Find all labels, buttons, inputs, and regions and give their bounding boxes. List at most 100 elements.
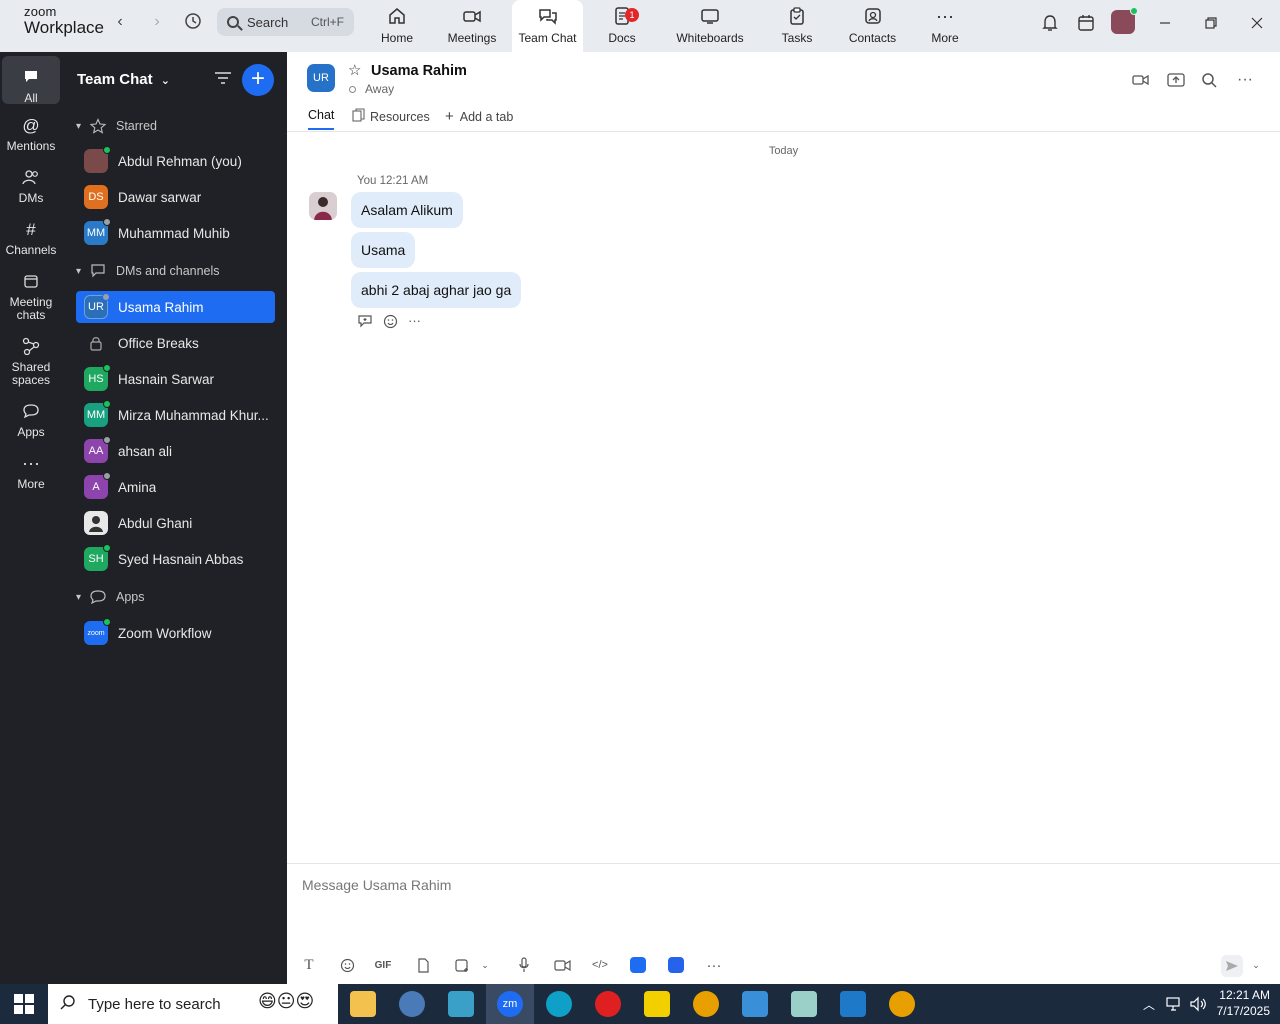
- star-icon[interactable]: ☆: [348, 61, 361, 79]
- app-integration-icon[interactable]: [628, 955, 648, 975]
- tab-meetings[interactable]: Meetings: [442, 0, 502, 52]
- reply-icon[interactable]: [357, 314, 373, 332]
- rail-item-apps[interactable]: Apps: [2, 400, 60, 439]
- profile-avatar[interactable]: [1111, 7, 1138, 34]
- message-bubble[interactable]: Usama: [351, 232, 416, 268]
- message-bubble[interactable]: Asalam Alikum: [351, 192, 463, 228]
- network-icon[interactable]: [1166, 996, 1184, 1012]
- rail-item-shared-spaces[interactable]: Shared spaces: [2, 335, 60, 387]
- tab-resources[interactable]: Resources: [352, 108, 430, 125]
- rail-item-dms[interactable]: DMs: [2, 166, 60, 205]
- tab-docs[interactable]: 1 Docs: [597, 0, 647, 52]
- restore-icon[interactable]: [1200, 12, 1222, 34]
- video-message-icon[interactable]: [552, 955, 572, 975]
- list-item[interactable]: SH Syed Hasnain Abbas: [76, 543, 275, 575]
- emoji-reaction-icon[interactable]: [383, 314, 398, 332]
- minimize-icon[interactable]: [1154, 12, 1176, 34]
- format-text-icon[interactable]: T: [299, 955, 319, 975]
- chrome-browser-icon[interactable]: [693, 991, 719, 1017]
- list-item[interactable]: MM Mirza Muhammad Khur...: [76, 399, 275, 431]
- tab-team-chat[interactable]: Team Chat: [512, 0, 583, 52]
- tab-tasks[interactable]: Tasks: [772, 0, 822, 52]
- search-bar[interactable]: Search Ctrl+F: [217, 8, 354, 36]
- message-text: Asalam Alikum: [361, 202, 453, 218]
- chrome-browser-icon[interactable]: [889, 991, 915, 1017]
- rail-item-mentions[interactable]: @ Mentions: [2, 114, 60, 153]
- list-item[interactable]: MM Muhammad Muhib: [76, 217, 275, 249]
- home-icon: [386, 6, 408, 26]
- close-icon[interactable]: [1246, 12, 1268, 34]
- file-explorer-icon[interactable]: [350, 991, 376, 1017]
- share-screen-icon[interactable]: [1166, 70, 1186, 90]
- history-icon[interactable]: [183, 12, 203, 32]
- opera-browser-icon[interactable]: [595, 991, 621, 1017]
- list-item[interactable]: Abdul Rehman (you): [76, 145, 275, 177]
- file-icon[interactable]: [413, 955, 433, 975]
- message-bubble[interactable]: abhi 2 abaj aghar jao ga: [351, 272, 522, 308]
- list-item[interactable]: A Amina: [76, 471, 275, 503]
- section-starred[interactable]: ▾ Starred: [76, 116, 157, 136]
- sticky-notes-icon[interactable]: [644, 991, 670, 1017]
- app-icon[interactable]: [448, 991, 474, 1017]
- rail-item-more[interactable]: ··· More: [2, 452, 60, 491]
- chevron-down-icon[interactable]: ⌄: [1246, 955, 1266, 975]
- rail-item-channels[interactable]: # Channels: [2, 218, 60, 257]
- app-icon[interactable]: [399, 991, 425, 1017]
- more-dots-icon[interactable]: ···: [704, 955, 724, 975]
- contact-avatar[interactable]: UR: [307, 64, 335, 92]
- tab-whiteboards[interactable]: Whiteboards: [670, 0, 750, 52]
- list-item[interactable]: zoom Zoom Workflow: [76, 617, 275, 649]
- microphone-icon[interactable]: [514, 955, 534, 975]
- chat-title[interactable]: Usama Rahim: [371, 63, 467, 79]
- message-input[interactable]: [302, 874, 1202, 896]
- more-dots-icon[interactable]: ···: [408, 314, 421, 332]
- calendar-icon[interactable]: [1075, 12, 1097, 34]
- list-item[interactable]: HS Hasnain Sarwar: [76, 363, 275, 395]
- chevron-up-icon[interactable]: ︿: [1143, 996, 1157, 1012]
- search-icon[interactable]: [1199, 70, 1219, 90]
- tab-more[interactable]: ··· More: [925, 0, 965, 52]
- volume-icon[interactable]: [1190, 996, 1208, 1012]
- app-integration-icon-2[interactable]: [666, 955, 686, 975]
- list-item[interactable]: Abdul Ghani: [76, 507, 275, 539]
- app-icon[interactable]: [791, 991, 817, 1017]
- code-snippet-icon[interactable]: </>: [590, 955, 610, 975]
- photos-icon[interactable]: [742, 991, 768, 1017]
- chevron-down-icon[interactable]: ⌄: [475, 955, 495, 975]
- windows-start-icon[interactable]: [14, 994, 34, 1014]
- video-call-icon[interactable]: [1131, 70, 1151, 90]
- back-arrow-icon[interactable]: ‹: [110, 12, 130, 32]
- list-item[interactable]: DS Dawar sarwar: [76, 181, 275, 213]
- section-apps[interactable]: ▾ Apps: [76, 587, 145, 607]
- sidebar-title[interactable]: Team Chat ⌄: [77, 71, 170, 88]
- emoji-icon[interactable]: [337, 955, 357, 975]
- send-icon[interactable]: [1221, 955, 1243, 977]
- taskbar-clock[interactable]: 12:21 AM 7/17/2025: [1217, 987, 1270, 1019]
- contact-name: Muhammad Muhib: [118, 225, 230, 241]
- list-item-active[interactable]: UR Usama Rahim: [76, 291, 275, 323]
- list-item[interactable]: AA ahsan ali: [76, 435, 275, 467]
- filter-icon[interactable]: [214, 71, 232, 87]
- taskbar-search[interactable]: Type here to search 😄😐😍: [48, 984, 338, 1024]
- tab-home[interactable]: Home: [372, 0, 422, 52]
- tab-chat[interactable]: Chat: [308, 108, 335, 130]
- section-dms-and-channels[interactable]: ▾ DMs and channels: [76, 261, 220, 281]
- forward-arrow-icon[interactable]: ›: [147, 12, 167, 32]
- rail-item-meeting-chats[interactable]: Meeting chats: [2, 270, 60, 322]
- sender-avatar[interactable]: [309, 192, 337, 220]
- vscode-icon[interactable]: [840, 991, 866, 1017]
- notifications-bell-icon[interactable]: [1039, 12, 1061, 34]
- docs-badge: 1: [625, 8, 639, 22]
- contacts-icon: [862, 6, 884, 26]
- contact-name: Amina: [118, 479, 157, 495]
- zoom-taskbar-icon[interactable]: zm: [486, 984, 534, 1024]
- list-item[interactable]: Office Breaks: [76, 327, 275, 359]
- more-dots-icon[interactable]: ···: [1235, 70, 1255, 90]
- edge-browser-icon[interactable]: [546, 991, 572, 1017]
- new-chat-button[interactable]: +: [242, 64, 274, 96]
- screenshot-icon[interactable]: [451, 955, 471, 975]
- rail-item-all[interactable]: All: [2, 56, 60, 105]
- gif-icon[interactable]: GIF: [373, 955, 393, 975]
- tab-contacts[interactable]: Contacts: [845, 0, 900, 52]
- add-tab-button[interactable]: + Add a tab: [445, 108, 513, 125]
